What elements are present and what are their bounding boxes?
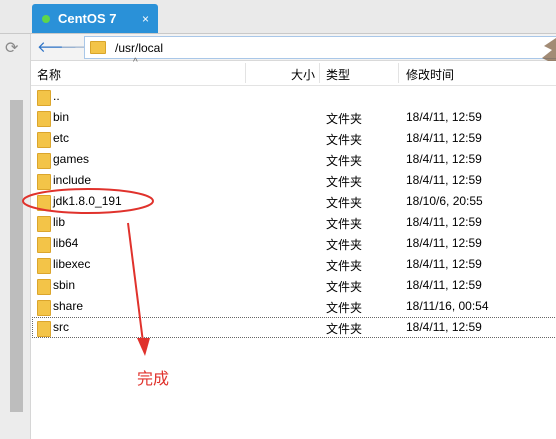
annotation-arrow-line (127, 222, 144, 343)
annotation-label: 完成 (137, 371, 170, 388)
highlight-ellipse (22, 188, 154, 214)
annotation-overlay (22, 188, 154, 356)
annotation-arrow-head (137, 338, 150, 356)
